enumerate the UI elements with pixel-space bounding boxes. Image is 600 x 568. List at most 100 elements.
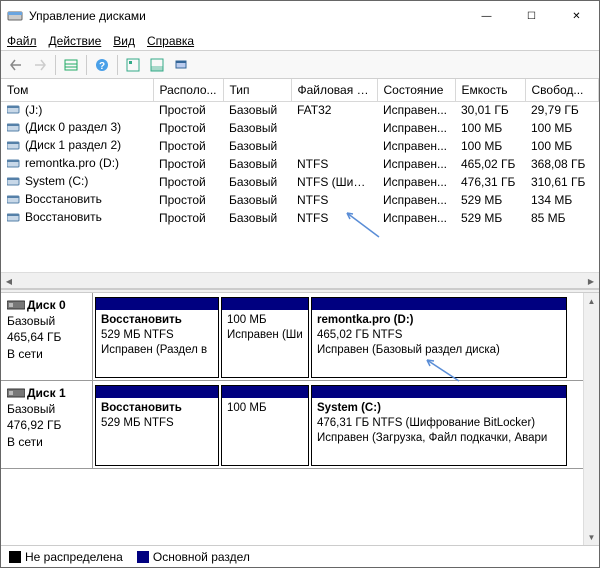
disk-name: Диск 1 (27, 385, 66, 401)
legend-unallocated: Не распределена (9, 550, 123, 564)
volume-fs: NTFS (291, 155, 377, 173)
volume-type: Базовый (223, 191, 291, 209)
volume-status: Исправен... (377, 101, 455, 119)
volume-type: Базовый (223, 155, 291, 173)
partition[interactable]: Восстановить529 МБ NTFS (95, 385, 219, 466)
table-row[interactable]: remontka.pro (D:)ПростойБазовыйNTFSИспра… (1, 155, 599, 173)
help-button[interactable]: ? (91, 54, 113, 76)
volume-icon (7, 157, 21, 172)
table-row[interactable]: (Диск 1 раздел 2)ПростойБазовыйИсправен.… (1, 137, 599, 155)
vertical-scrollbar[interactable]: ▲▼ (583, 293, 599, 545)
volume-status: Исправен... (377, 173, 455, 191)
col-capacity[interactable]: Емкость (455, 79, 525, 101)
partition[interactable]: remontka.pro (D:)465,02 ГБ NTFSИсправен … (311, 297, 567, 378)
volume-fs: FAT32 (291, 101, 377, 119)
partition[interactable]: Восстановить529 МБ NTFSИсправен (Раздел … (95, 297, 219, 378)
partition[interactable]: 100 МБ (221, 385, 309, 466)
details-view-button[interactable] (60, 54, 82, 76)
volume-list[interactable]: Том Располо... Тип Файловая с... Состоян… (1, 79, 599, 289)
partition-status: Исправен (Загрузка, Файл подкачки, Авари (317, 431, 561, 446)
menu-view[interactable]: Вид (113, 34, 135, 48)
partition-stripe (222, 298, 308, 310)
partition-stripe (312, 386, 566, 398)
graphical-view[interactable]: Диск 0Базовый465,64 ГБВ сетиВосстановить… (1, 293, 599, 545)
menu-help[interactable]: Справка (147, 34, 194, 48)
disk-row[interactable]: Диск 1Базовый476,92 ГБВ сетиВосстановить… (1, 381, 599, 469)
volume-name: Восстановить (25, 210, 102, 224)
disk-icon (7, 387, 23, 399)
disk-status: В сети (7, 434, 86, 450)
volume-status: Исправен... (377, 137, 455, 155)
back-button[interactable] (5, 54, 27, 76)
volume-list-button[interactable] (122, 54, 144, 76)
volume-capacity: 30,01 ГБ (455, 101, 525, 119)
volume-layout: Простой (153, 191, 223, 209)
col-type[interactable]: Тип (223, 79, 291, 101)
minimize-button[interactable]: — (464, 1, 509, 31)
table-row[interactable]: ВосстановитьПростойБазовыйNTFSИсправен..… (1, 191, 599, 209)
col-layout[interactable]: Располо... (153, 79, 223, 101)
disk-row[interactable]: Диск 0Базовый465,64 ГБВ сетиВосстановить… (1, 293, 599, 381)
table-row[interactable]: (Диск 0 раздел 3)ПростойБазовыйИсправен.… (1, 119, 599, 137)
col-volume[interactable]: Том (1, 79, 153, 101)
volume-free: 310,61 ГБ (525, 173, 599, 191)
volume-icon (7, 139, 21, 154)
partition-stripe (312, 298, 566, 310)
volume-fs (291, 119, 377, 137)
partition[interactable]: 100 МБИсправен (Ши (221, 297, 309, 378)
volume-layout: Простой (153, 101, 223, 119)
volume-layout: Простой (153, 209, 223, 227)
table-row[interactable]: ВосстановитьПростойБазовыйNTFSИсправен..… (1, 209, 599, 227)
partition-name: Восстановить (101, 401, 213, 416)
volume-name: (Диск 0 раздел 3) (25, 120, 121, 134)
volume-fs: NTFS (Шиф... (291, 173, 377, 191)
volume-layout: Простой (153, 173, 223, 191)
table-row[interactable]: (J:)ПростойБазовыйFAT32Исправен...30,01 … (1, 101, 599, 119)
column-headers[interactable]: Том Располо... Тип Файловая с... Состоян… (1, 79, 599, 101)
horizontal-scrollbar[interactable]: ◀▶ (1, 272, 599, 288)
partition-size: 465,02 ГБ NTFS (317, 328, 561, 343)
partition[interactable]: System (C:)476,31 ГБ NTFS (Шифрование Bi… (311, 385, 567, 466)
menu-action[interactable]: Действие (49, 34, 102, 48)
volume-free: 100 МБ (525, 119, 599, 137)
volume-status: Исправен... (377, 155, 455, 173)
close-button[interactable]: ✕ (554, 1, 599, 31)
disk-name: Диск 0 (27, 297, 66, 313)
partition-size: 476,31 ГБ NTFS (Шифрование BitLocker) (317, 416, 561, 431)
col-status[interactable]: Состояние (377, 79, 455, 101)
volume-capacity: 100 МБ (455, 137, 525, 155)
menu-file[interactable]: Файл (7, 34, 37, 48)
volume-free: 85 МБ (525, 209, 599, 227)
volume-icon (7, 103, 21, 118)
partition-name: remontka.pro (D:) (317, 313, 561, 328)
volume-layout: Простой (153, 119, 223, 137)
disk-type: Базовый (7, 401, 86, 417)
col-fs[interactable]: Файловая с... (291, 79, 377, 101)
refresh-button[interactable] (170, 54, 192, 76)
volume-type: Базовый (223, 137, 291, 155)
graphical-view-button[interactable] (146, 54, 168, 76)
volume-free: 100 МБ (525, 137, 599, 155)
toolbar: ? (1, 51, 599, 79)
partition-name: System (C:) (317, 401, 561, 416)
volume-status: Исправен... (377, 191, 455, 209)
partition-size: 100 МБ (227, 401, 303, 416)
volume-capacity: 529 МБ (455, 191, 525, 209)
partition-status: Исправен (Базовый раздел диска) (317, 343, 561, 358)
disk-label[interactable]: Диск 1Базовый476,92 ГБВ сети (1, 381, 93, 468)
table-row[interactable]: System (C:)ПростойБазовыйNTFS (Шиф...Исп… (1, 173, 599, 191)
forward-button[interactable] (29, 54, 51, 76)
partition-stripe (96, 386, 218, 398)
window-title: Управление дисками (29, 9, 464, 23)
disk-label[interactable]: Диск 0Базовый465,64 ГБВ сети (1, 293, 93, 380)
volume-free: 134 МБ (525, 191, 599, 209)
menubar: Файл Действие Вид Справка (1, 31, 599, 51)
maximize-button[interactable]: ☐ (509, 1, 554, 31)
volume-capacity: 465,02 ГБ (455, 155, 525, 173)
partition-stripe (96, 298, 218, 310)
col-free[interactable]: Свобод... (525, 79, 599, 101)
volume-type: Базовый (223, 101, 291, 119)
volume-icon (7, 211, 21, 226)
partition-status: Исправен (Раздел в (101, 343, 213, 358)
disk-capacity: 465,64 ГБ (7, 329, 86, 345)
